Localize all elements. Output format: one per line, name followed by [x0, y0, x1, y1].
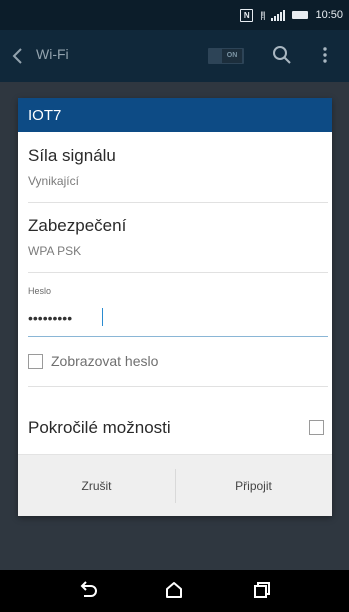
more-vert-icon[interactable]: [318, 43, 332, 67]
connect-button[interactable]: Připojit: [175, 455, 332, 516]
status-icons: N |!| 10:50: [240, 7, 343, 23]
signal-strength-value: Vynikající: [28, 174, 79, 188]
dialog-header: IOT7: [18, 98, 332, 132]
password-label: Heslo: [28, 286, 52, 296]
signal-icon: [271, 9, 286, 21]
wifi-toggle[interactable]: ON: [208, 48, 244, 64]
wifi-toggle-label: ON: [222, 49, 242, 63]
recents-icon[interactable]: [247, 578, 275, 604]
divider: [28, 386, 328, 387]
show-password-checkbox[interactable]: [28, 354, 43, 369]
status-bar: N |!| 10:50: [0, 0, 349, 30]
nfc-icon: N: [240, 8, 254, 22]
dialog-footer: Zrušit Připojit: [18, 454, 332, 516]
signal-strength-label: Síla signálu: [28, 146, 116, 165]
navigation-bar: [0, 570, 349, 612]
back-icon[interactable]: [74, 578, 102, 604]
advanced-options-label: Pokročilé možnosti: [28, 418, 171, 437]
cancel-button[interactable]: Zrušit: [18, 455, 175, 516]
status-time: 10:50: [315, 9, 343, 21]
network-type-icon: |!|: [260, 10, 265, 20]
divider: [28, 202, 328, 203]
security-label: Zabezpečení: [28, 216, 127, 235]
dialog-title: IOT7: [28, 107, 62, 124]
divider: [28, 272, 328, 273]
page-title: Wi-Fi: [36, 46, 69, 62]
battery-icon: [292, 11, 309, 19]
security-value: WPA PSK: [28, 244, 82, 258]
home-icon[interactable]: [160, 578, 188, 604]
wifi-connect-dialog: IOT7 Síla signálu Vynikající Zabezpečení…: [18, 98, 332, 516]
search-icon[interactable]: [270, 43, 294, 67]
password-input[interactable]: [28, 300, 328, 337]
show-password-label: Zobrazovat heslo: [51, 353, 159, 369]
text-caret: [102, 308, 103, 326]
advanced-options-checkbox[interactable]: [309, 420, 324, 435]
app-bar: Wi-Fi ON: [0, 30, 349, 82]
